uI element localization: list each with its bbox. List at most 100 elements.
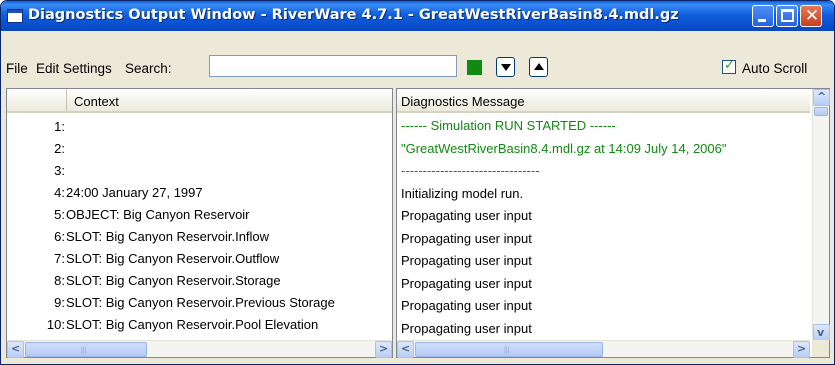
chevron-up-icon: ^ xyxy=(817,90,827,103)
table-row[interactable]: Propagating user input xyxy=(397,294,829,317)
scrollbar-corner xyxy=(812,340,829,357)
table-row[interactable]: Propagating user input xyxy=(397,317,829,340)
chevron-down-icon: v xyxy=(817,326,825,339)
close-button[interactable]: ✕ xyxy=(800,5,822,27)
context-pane: Context 1: 2: 3: 4: 24:00 January 27, 1997 5:… xyxy=(6,88,393,358)
diagnostic-message: Propagating user input xyxy=(401,230,532,246)
auto-scroll-checkbox[interactable]: ✓ xyxy=(722,58,736,74)
close-icon: ✕ xyxy=(804,6,820,26)
context-horizontal-scrollbar[interactable]: < ||| > xyxy=(7,340,392,358)
table-row[interactable]: 9: SLOT: Big Canyon Reservoir.Previous St… xyxy=(7,290,392,312)
line-number: 5: xyxy=(54,207,65,222)
table-row[interactable]: Propagating user input xyxy=(397,249,829,272)
context-text: SLOT: Big Canyon Reservoir.Outflow xyxy=(66,251,280,266)
minimize-button[interactable] xyxy=(752,5,774,27)
auto-scroll-label[interactable]: Auto Scroll xyxy=(742,61,807,76)
message-horizontal-scrollbar[interactable]: < ||| > xyxy=(397,340,810,358)
message-header: Diagnostics Message xyxy=(397,89,810,113)
line-number: 1: xyxy=(54,119,65,134)
diagnostic-message: Initializing model run. xyxy=(401,185,524,201)
table-row[interactable]: Propagating user input xyxy=(397,272,829,295)
window-icon xyxy=(7,9,23,23)
scroll-thumb[interactable]: ||| xyxy=(415,342,603,357)
context-text: OBJECT: Big Canyon Reservoir xyxy=(66,207,250,222)
search-previous-button[interactable] xyxy=(529,57,548,77)
line-number: 8: xyxy=(54,273,65,288)
diagnostic-message: "GreatWestRiverBasin8.4.mdl.gz at 14:09 … xyxy=(401,140,727,156)
scroll-thumb[interactable]: ||| xyxy=(25,342,147,357)
line-number: 2: xyxy=(54,141,65,156)
grip-icon: ||| xyxy=(504,347,510,354)
context-text: SLOT: Big Canyon Reservoir.Inflow xyxy=(66,229,270,244)
scroll-thumb[interactable] xyxy=(814,107,828,116)
diagnostic-message: Propagating user input xyxy=(401,320,532,336)
chevron-left-icon: < xyxy=(11,342,21,355)
scroll-up-button[interactable]: ^ xyxy=(813,89,830,106)
context-header: Context xyxy=(7,89,392,113)
message-vertical-scrollbar[interactable]: ^ v xyxy=(812,89,830,341)
line-number: 9: xyxy=(54,295,65,310)
table-row[interactable]: Propagating user input xyxy=(397,227,829,250)
table-row[interactable]: ------ Simulation RUN STARTED ------ xyxy=(397,114,829,137)
scroll-left-button[interactable]: < xyxy=(7,341,24,358)
table-row[interactable]: -------------------------------- xyxy=(397,159,829,182)
context-text: SLOT: Big Canyon Reservoir.Previous Stor… xyxy=(66,295,335,310)
scroll-down-button[interactable]: v xyxy=(813,324,830,341)
table-row[interactable]: 3: xyxy=(7,158,392,180)
chevron-right-icon: > xyxy=(797,342,807,355)
table-row[interactable]: "GreatWestRiverBasin8.4.mdl.gz at 14:09 … xyxy=(397,137,829,160)
search-input[interactable] xyxy=(209,55,457,77)
diagnostic-message: Propagating user input xyxy=(401,298,532,313)
maximize-button[interactable] xyxy=(776,5,798,27)
context-column-header[interactable]: Context xyxy=(74,94,119,109)
diagnostic-message: ------ Simulation RUN STARTED ------ xyxy=(401,118,616,133)
line-number: 10: xyxy=(46,317,65,332)
chevron-left-icon: < xyxy=(401,342,411,355)
checkmark-icon: ✓ xyxy=(724,58,735,73)
diagnostic-message: Propagating user input xyxy=(401,208,532,223)
chevron-right-icon: > xyxy=(379,342,389,355)
line-number-column-header[interactable] xyxy=(7,89,67,111)
message-pane: Diagnostics Message ------ Simulation RU… xyxy=(396,88,830,358)
table-row[interactable]: Initializing model run. xyxy=(397,182,829,205)
menu-file[interactable]: File xyxy=(6,61,28,76)
toolbar: File Edit Settings Search: ✓ Auto Scroll xyxy=(1,31,834,83)
context-text: 24:00 January 27, 1997 xyxy=(66,185,203,200)
grip-icon: ||| xyxy=(81,347,87,354)
maximize-icon xyxy=(781,9,794,22)
diagnostic-message: -------------------------------- xyxy=(401,163,540,178)
window-title: Diagnostics Output Window - RiverWare 4.… xyxy=(28,7,679,23)
line-number: 7: xyxy=(54,251,65,266)
table-row[interactable]: 2: xyxy=(7,136,392,158)
context-text: SLOT: Big Canyon Reservoir.Storage xyxy=(66,273,281,288)
table-row[interactable]: 10: SLOT: Big Canyon Reservoir.Pool Eleva… xyxy=(7,312,392,334)
line-number: 6: xyxy=(54,229,65,244)
search-label: Search: xyxy=(125,61,172,76)
scroll-right-button[interactable]: > xyxy=(793,341,810,358)
table-row[interactable]: Propagating user input xyxy=(397,204,829,227)
scroll-left-button[interactable]: < xyxy=(397,341,414,358)
triangle-down-icon xyxy=(501,64,511,71)
context-list: 1: 2: 3: 4: 24:00 January 27, 1997 5: OBJECT: … xyxy=(7,114,392,334)
triangle-up-icon xyxy=(534,63,544,70)
search-next-button[interactable] xyxy=(496,57,515,77)
table-row[interactable]: 6: SLOT: Big Canyon Reservoir.Inflow xyxy=(7,224,392,246)
title-bar[interactable]: Diagnostics Output Window - RiverWare 4.… xyxy=(1,1,834,31)
diagnostic-message: Propagating user input xyxy=(401,253,532,268)
minimize-icon xyxy=(758,19,766,22)
diagnostics-message-column-header[interactable]: Diagnostics Message xyxy=(401,94,525,109)
message-list: ------ Simulation RUN STARTED ------ "Gre… xyxy=(397,114,829,339)
diagnostics-window: Diagnostics Output Window - RiverWare 4.… xyxy=(0,0,835,365)
table-row[interactable]: 7: SLOT: Big Canyon Reservoir.Outflow xyxy=(7,246,392,268)
diagnostic-message: Propagating user input xyxy=(401,275,532,291)
table-row[interactable]: 1: xyxy=(7,114,392,136)
line-number: 4: xyxy=(54,185,65,200)
menu-settings[interactable]: Settings xyxy=(63,61,112,76)
menu-edit[interactable]: Edit xyxy=(36,61,59,76)
scroll-right-button[interactable]: > xyxy=(375,341,392,358)
context-text: SLOT: Big Canyon Reservoir.Pool Elevatio… xyxy=(66,317,319,332)
status-indicator xyxy=(467,60,482,75)
table-row[interactable]: 8: SLOT: Big Canyon Reservoir.Storage xyxy=(7,268,392,290)
table-row[interactable]: 4: 24:00 January 27, 1997 xyxy=(7,180,392,202)
table-row[interactable]: 5: OBJECT: Big Canyon Reservoir xyxy=(7,202,392,224)
